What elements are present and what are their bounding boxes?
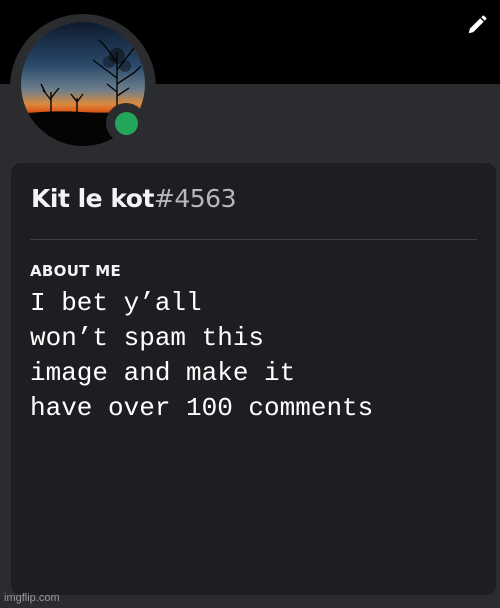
discriminator: #4563 (153, 184, 237, 213)
about-me-text: I bet y’all won’t spam this image and ma… (30, 288, 374, 423)
edit-profile-button[interactable] (464, 14, 490, 40)
divider (30, 239, 477, 240)
pencil-icon (466, 14, 488, 41)
username: Kit le kot (31, 184, 154, 213)
username-line[interactable]: Kit le kot#4563 (31, 184, 236, 213)
about-me-heading: ABOUT ME (30, 262, 122, 280)
online-status-dot (115, 112, 138, 135)
watermark: imgflip.com (4, 592, 60, 604)
